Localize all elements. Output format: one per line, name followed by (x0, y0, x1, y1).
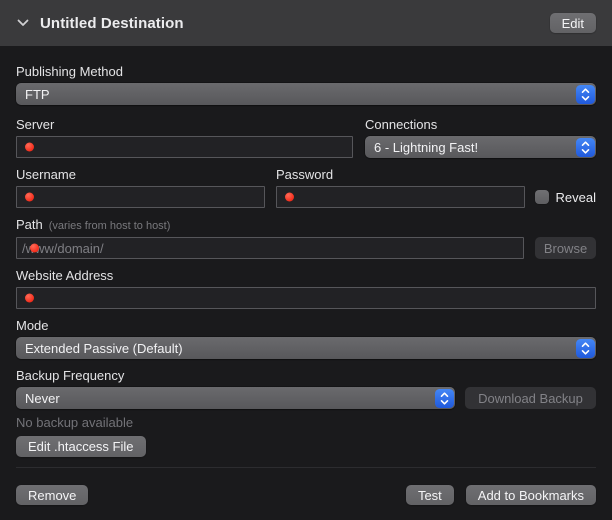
website-address-input[interactable] (17, 288, 595, 308)
server-label: Server (16, 117, 353, 133)
server-input[interactable] (17, 137, 352, 157)
mode-select[interactable]: Extended Passive (Default) (16, 337, 596, 359)
required-dot-icon (25, 294, 34, 303)
up-down-chevrons-icon (576, 138, 595, 157)
edit-htaccess-button[interactable]: Edit .htaccess File (16, 436, 146, 457)
browse-button[interactable]: Browse (535, 237, 596, 259)
add-to-bookmarks-button[interactable]: Add to Bookmarks (466, 485, 596, 505)
username-input[interactable] (17, 187, 264, 207)
backup-frequency-value: Never (25, 391, 60, 406)
path-hint: (varies from host to host) (49, 218, 171, 234)
up-down-chevrons-icon (576, 85, 595, 104)
connections-label: Connections (365, 117, 596, 133)
destination-form: Publishing Method FTP Server Connections… (0, 64, 612, 468)
up-down-chevrons-icon (576, 339, 595, 358)
chevron-down-icon[interactable] (16, 16, 30, 30)
required-dot-icon (285, 193, 294, 202)
connections-select[interactable]: 6 - Lightning Fast! (365, 136, 596, 158)
password-input[interactable] (277, 187, 524, 207)
username-label: Username (16, 167, 265, 183)
password-field-wrap (276, 186, 525, 208)
edit-button[interactable]: Edit (550, 13, 596, 33)
required-dot-icon (25, 193, 34, 202)
destination-header: Untitled Destination Edit (0, 0, 612, 46)
required-dot-icon (30, 244, 39, 253)
reveal-checkbox[interactable] (535, 190, 549, 204)
backup-frequency-label: Backup Frequency (16, 368, 596, 384)
path-input[interactable] (17, 238, 523, 258)
backup-frequency-select[interactable]: Never (16, 387, 455, 409)
website-address-field-wrap (16, 287, 596, 309)
connections-value: 6 - Lightning Fast! (374, 140, 478, 155)
up-down-chevrons-icon (435, 389, 454, 408)
mode-label: Mode (16, 318, 596, 334)
password-label: Password (276, 167, 525, 183)
test-button[interactable]: Test (406, 485, 454, 505)
username-field-wrap (16, 186, 265, 208)
server-field-wrap (16, 136, 353, 158)
publishing-method-select[interactable]: FTP (16, 83, 596, 105)
reveal-checkbox-group[interactable]: Reveal (535, 186, 596, 208)
footer-bar: Remove Test Add to Bookmarks (0, 468, 612, 505)
publishing-method-value: FTP (25, 87, 50, 102)
path-field-wrap (16, 237, 524, 259)
download-backup-button[interactable]: Download Backup (465, 387, 596, 409)
ftp-destination-panel: { "header": { "title": "Untitled Destina… (0, 0, 612, 520)
destination-title: Untitled Destination (40, 15, 550, 32)
remove-button[interactable]: Remove (16, 485, 88, 505)
path-label: Path (varies from host to host) (16, 217, 596, 234)
required-dot-icon (25, 143, 34, 152)
mode-value: Extended Passive (Default) (25, 341, 183, 356)
publishing-method-label: Publishing Method (16, 64, 596, 80)
reveal-label: Reveal (556, 190, 596, 205)
website-address-label: Website Address (16, 268, 596, 284)
backup-status-text: No backup available (16, 415, 596, 431)
